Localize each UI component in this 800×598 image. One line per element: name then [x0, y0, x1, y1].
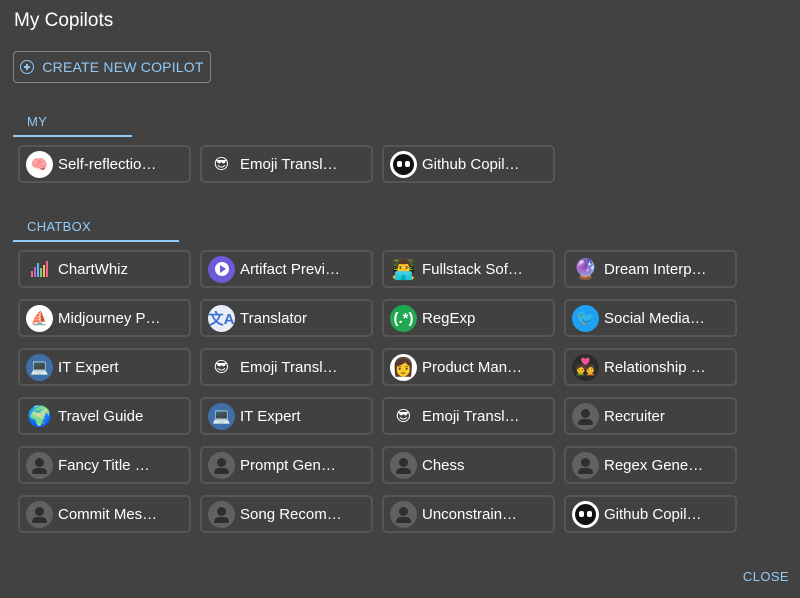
featured-copilots-grid: ChartWhiz Artifact Previ… 👨‍💻 Fullstack Sof…: [18, 250, 737, 533]
copilot-card[interactable]: 👨‍💻 Fullstack Sof…: [382, 250, 555, 288]
copilot-name: Github Copil…: [604, 505, 702, 523]
create-new-copilot-button[interactable]: CREATE NEW COPILOT: [13, 51, 211, 83]
copilot-name: ChartWhiz: [58, 260, 129, 278]
crystal-ball-icon: 🔮: [573, 258, 598, 281]
copilot-name: Fancy Title …: [58, 456, 150, 474]
dialog-title: My Copilots: [14, 10, 114, 31]
copilot-name: Fullstack Sof…: [422, 260, 523, 278]
sunglasses-emoji-icon: 😎: [395, 408, 412, 425]
my-copilots-grid: 🧠 Self-reflectio… 😎 Emoji Transl… Github Cop…: [18, 145, 737, 183]
copilot-card[interactable]: 💻 IT Expert: [18, 348, 191, 386]
copilot-name: Travel Guide: [58, 407, 144, 425]
woman-avatar-icon: 👩: [390, 353, 417, 381]
regex-icon: (.*): [390, 304, 417, 332]
twitter-icon: 🐦: [572, 304, 599, 332]
close-button[interactable]: CLOSE: [743, 569, 789, 584]
copilot-name: Dream Interp…: [604, 260, 707, 278]
copilot-name: Commit Mes…: [58, 505, 158, 523]
default-avatar-icon: [572, 451, 599, 479]
sailboat-icon: ⛵: [26, 304, 53, 332]
copilot-card[interactable]: 👩 Product Man…: [382, 348, 555, 386]
copilot-name: Emoji Transl…: [240, 358, 338, 376]
copilot-name: Unconstrain…: [422, 505, 518, 523]
copilot-card[interactable]: Chess: [382, 446, 555, 484]
copilot-name: Translator: [240, 309, 307, 327]
heart-couple-icon: 💑: [572, 353, 599, 381]
computer-icon: 💻: [26, 353, 53, 381]
copilot-name: Song Recom…: [240, 505, 342, 523]
copilot-name: Prompt Gen…: [240, 456, 336, 474]
copilot-card[interactable]: 🌍 Travel Guide: [18, 397, 191, 435]
copilot-name: Self-reflectio…: [58, 155, 157, 173]
copilot-card[interactable]: Song Recom…: [200, 495, 373, 533]
default-avatar-icon: [390, 500, 417, 528]
copilot-card[interactable]: Github Copil…: [564, 495, 737, 533]
copilot-name: Artifact Previ…: [240, 260, 341, 278]
default-avatar-icon: [26, 500, 53, 528]
default-avatar-icon: [572, 402, 599, 430]
copilot-name: Regex Gene…: [604, 456, 704, 474]
brain-head-icon: 🧠: [26, 150, 53, 178]
copilot-card[interactable]: 💑 Relationship …: [564, 348, 737, 386]
default-avatar-icon: [390, 451, 417, 479]
globe-icon: 🌍: [27, 405, 52, 428]
default-avatar-icon: [26, 451, 53, 479]
copilot-card[interactable]: 😎 Emoji Transl…: [382, 397, 555, 435]
copilot-card[interactable]: (.*) RegExp: [382, 299, 555, 337]
copilot-card[interactable]: 🔮 Dream Interp…: [564, 250, 737, 288]
add-circle-icon: [20, 60, 35, 74]
tab-my-copilots[interactable]: MY COPILOTS: [13, 107, 132, 159]
copilot-name: Emoji Transl…: [422, 407, 520, 425]
copilot-card[interactable]: 🧠 Self-reflectio…: [18, 145, 191, 183]
copilot-card[interactable]: Artifact Previ…: [200, 250, 373, 288]
copilot-card[interactable]: Regex Gene…: [564, 446, 737, 484]
copilot-name: IT Expert: [240, 407, 301, 425]
copilot-card[interactable]: ChartWhiz: [18, 250, 191, 288]
computer-icon: 💻: [208, 402, 235, 430]
developer-icon: 👨‍💻: [391, 258, 416, 281]
copilot-name: Midjourney P…: [58, 309, 161, 327]
copilot-name: Product Man…: [422, 358, 523, 376]
copilot-card[interactable]: Recruiter: [564, 397, 737, 435]
copilot-name: IT Expert: [58, 358, 119, 376]
copilot-card[interactable]: ⛵ Midjourney P…: [18, 299, 191, 337]
translate-icon: 文A: [208, 304, 235, 332]
copilot-card[interactable]: Commit Mes…: [18, 495, 191, 533]
copilot-card[interactable]: Github Copil…: [382, 145, 555, 183]
github-copilot-icon: [572, 500, 599, 528]
copilot-name: Emoji Transl…: [240, 155, 338, 173]
play-icon: [208, 255, 235, 283]
copilot-card[interactable]: 🐦 Social Media…: [564, 299, 737, 337]
sunglasses-emoji-icon: 😎: [213, 156, 230, 173]
sunglasses-emoji-icon: 😎: [213, 359, 230, 376]
create-new-copilot-label: CREATE NEW COPILOT: [42, 59, 204, 75]
copilot-name: Relationship …: [604, 358, 706, 376]
copilot-card[interactable]: 💻 IT Expert: [200, 397, 373, 435]
copilot-name: Social Media…: [604, 309, 705, 327]
default-avatar-icon: [208, 500, 235, 528]
copilot-card[interactable]: Fancy Title …: [18, 446, 191, 484]
tab-chatbox-featured[interactable]: CHATBOX FEATURED: [13, 212, 179, 264]
github-copilot-icon: [390, 150, 417, 178]
copilot-name: RegExp: [422, 309, 476, 327]
copilot-card[interactable]: Unconstrain…: [382, 495, 555, 533]
default-avatar-icon: [208, 451, 235, 479]
copilot-name: Chess: [422, 456, 465, 474]
copilot-card[interactable]: Prompt Gen…: [200, 446, 373, 484]
copilot-name: Recruiter: [604, 407, 665, 425]
copilot-card[interactable]: 😎 Emoji Transl…: [200, 348, 373, 386]
copilot-card[interactable]: 文A Translator: [200, 299, 373, 337]
bar-chart-icon: [26, 256, 53, 283]
copilot-name: Github Copil…: [422, 155, 520, 173]
copilot-card[interactable]: 😎 Emoji Transl…: [200, 145, 373, 183]
